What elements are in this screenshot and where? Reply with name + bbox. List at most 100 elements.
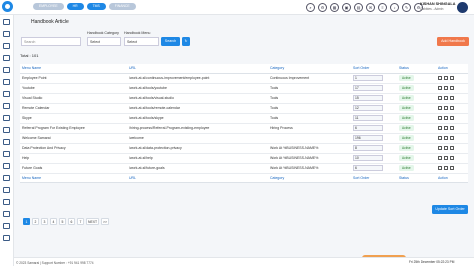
view-icon[interactable] bbox=[444, 75, 448, 80]
chat-icon[interactable]: ✉ bbox=[366, 3, 375, 12]
delete-icon[interactable] bbox=[450, 105, 454, 110]
grid-icon[interactable]: ▦ bbox=[330, 3, 339, 12]
sidebar-book-icon[interactable] bbox=[3, 103, 10, 109]
sort-order-input[interactable]: 10 bbox=[353, 155, 383, 161]
sort-order-input[interactable]: 11 bbox=[353, 115, 383, 121]
sort-order-input[interactable]: 1 bbox=[353, 75, 383, 81]
calendar-icon[interactable]: ▣ bbox=[342, 3, 351, 12]
edit-icon[interactable] bbox=[438, 125, 442, 130]
sort-order-input[interactable]: 17 bbox=[353, 85, 383, 91]
sort-order-input[interactable]: 15 bbox=[353, 95, 383, 101]
sidebar-print-icon[interactable] bbox=[3, 175, 10, 181]
view-icon[interactable] bbox=[444, 115, 448, 120]
module-tab-employee[interactable]: EMPLOYEE bbox=[33, 3, 64, 10]
delete-icon[interactable] bbox=[450, 145, 454, 150]
edit-icon[interactable] bbox=[438, 85, 442, 90]
sidebar-folder-icon[interactable] bbox=[3, 67, 10, 73]
app-logo[interactable] bbox=[2, 1, 13, 12]
sidebar-document-icon[interactable] bbox=[3, 55, 10, 61]
sort-order-input[interactable]: 6 bbox=[353, 125, 383, 131]
column-sort-order[interactable]: Sort Order bbox=[351, 64, 397, 74]
edit-icon[interactable] bbox=[438, 135, 442, 140]
sidebar-clock-icon[interactable] bbox=[3, 91, 10, 97]
edit-icon[interactable] bbox=[438, 145, 442, 150]
sidebar-users-icon[interactable] bbox=[3, 31, 10, 37]
delete-icon[interactable] bbox=[450, 95, 454, 100]
sidebar-cog-icon[interactable] bbox=[3, 199, 10, 205]
sidebar-bag-icon[interactable] bbox=[3, 163, 10, 169]
page-button[interactable]: 3 bbox=[41, 218, 48, 225]
sort-order-input[interactable]: 6 bbox=[353, 165, 383, 171]
sidebar-gift-icon[interactable] bbox=[3, 151, 10, 157]
module-tab-finance[interactable]: FINANCE bbox=[108, 3, 136, 10]
edit-icon[interactable] bbox=[438, 155, 442, 160]
page-button[interactable]: 6 bbox=[68, 218, 75, 225]
search-input[interactable]: Search bbox=[21, 37, 81, 46]
sidebar-chart-icon[interactable] bbox=[3, 79, 10, 85]
delete-icon[interactable] bbox=[450, 125, 454, 130]
sidebar-exit-icon[interactable] bbox=[3, 235, 10, 241]
view-icon[interactable] bbox=[444, 105, 448, 110]
user-avatar[interactable] bbox=[457, 2, 468, 13]
update-sort-order-button[interactable]: Update Sort Order bbox=[432, 205, 468, 214]
sidebar-info-icon[interactable] bbox=[3, 223, 10, 229]
sidebar-calendar-icon[interactable] bbox=[3, 43, 10, 49]
tools-icon[interactable]: ✎ bbox=[402, 3, 411, 12]
document-icon[interactable]: ≡ bbox=[378, 3, 387, 12]
edit-icon[interactable] bbox=[438, 165, 442, 170]
edit-icon[interactable] bbox=[438, 115, 442, 120]
edit-icon[interactable] bbox=[438, 75, 442, 80]
sort-order-input[interactable]: 12 bbox=[353, 105, 383, 111]
page-button[interactable]: 5 bbox=[59, 218, 66, 225]
view-icon[interactable] bbox=[444, 145, 448, 150]
page-button[interactable]: 1 bbox=[23, 218, 30, 225]
sidebar-mail-icon[interactable] bbox=[3, 115, 10, 121]
column-status[interactable]: Status bbox=[397, 64, 436, 74]
delete-icon[interactable] bbox=[450, 85, 454, 90]
category-select[interactable]: Select bbox=[87, 37, 121, 46]
column-url[interactable]: URL bbox=[127, 173, 268, 183]
page-button[interactable]: 7 bbox=[77, 218, 84, 225]
column-menu-name[interactable]: Menu Name bbox=[20, 173, 127, 183]
sidebar-star-icon[interactable] bbox=[3, 139, 10, 145]
column-action[interactable]: Action bbox=[436, 64, 468, 74]
gear-icon[interactable]: ⚙ bbox=[318, 3, 327, 12]
sort-order-input[interactable]: 8 bbox=[353, 145, 383, 151]
delete-icon[interactable] bbox=[450, 115, 454, 120]
view-icon[interactable] bbox=[444, 155, 448, 160]
add-handbook-button[interactable]: Add Handbook bbox=[437, 37, 469, 46]
page-button[interactable]: >> bbox=[101, 218, 110, 225]
sidebar-lock-icon[interactable] bbox=[3, 187, 10, 193]
column-action[interactable]: Action bbox=[436, 173, 468, 183]
edit-icon[interactable] bbox=[438, 105, 442, 110]
view-icon[interactable] bbox=[444, 135, 448, 140]
page-button[interactable]: NEXT bbox=[86, 218, 100, 225]
delete-icon[interactable] bbox=[450, 135, 454, 140]
reset-button[interactable]: ↻ bbox=[182, 37, 190, 46]
delete-icon[interactable] bbox=[450, 155, 454, 160]
column-category[interactable]: Category bbox=[268, 64, 351, 74]
column-url[interactable]: URL bbox=[127, 64, 268, 74]
search-icon[interactable]: ⌕ bbox=[306, 3, 315, 12]
menu-select[interactable]: Select bbox=[124, 37, 159, 46]
page-button[interactable]: 4 bbox=[50, 218, 57, 225]
sidebar-home-icon[interactable] bbox=[3, 19, 10, 25]
module-tab-tms[interactable]: TMS bbox=[86, 3, 106, 10]
view-icon[interactable] bbox=[444, 165, 448, 170]
delete-icon[interactable] bbox=[450, 75, 454, 80]
view-icon[interactable] bbox=[444, 85, 448, 90]
column-category[interactable]: Category bbox=[268, 173, 351, 183]
view-icon[interactable] bbox=[444, 125, 448, 130]
view-icon[interactable] bbox=[444, 95, 448, 100]
chart-icon[interactable]: ▤ bbox=[354, 3, 363, 12]
column-sort-order[interactable]: Sort Order bbox=[351, 173, 397, 183]
sidebar-help-icon[interactable] bbox=[3, 211, 10, 217]
page-button[interactable]: 2 bbox=[32, 218, 39, 225]
column-status[interactable]: Status bbox=[397, 173, 436, 183]
delete-icon[interactable] bbox=[450, 165, 454, 170]
column-menu-name[interactable]: Menu Name bbox=[20, 64, 127, 74]
module-tab-hr[interactable]: HR bbox=[66, 3, 84, 10]
sort-order-input[interactable]: 196 bbox=[353, 135, 383, 141]
edit-icon[interactable] bbox=[438, 95, 442, 100]
bell-icon[interactable]: ♪ bbox=[390, 3, 399, 12]
